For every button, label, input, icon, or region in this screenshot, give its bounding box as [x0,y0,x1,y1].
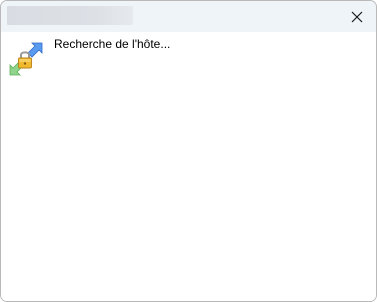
close-icon [351,11,363,22]
dialog-content: Recherche de l'hôte... [1,32,376,301]
blue-arrow-icon [27,42,43,58]
title-bar[interactable] [1,1,376,32]
status-text: Recherche de l'hôte... [54,37,171,51]
connection-dialog: Recherche de l'hôte... [0,0,377,302]
padlock-icon [18,51,32,69]
close-button[interactable] [338,1,376,32]
connection-lock-icon [9,42,43,76]
window-title [7,6,133,25]
